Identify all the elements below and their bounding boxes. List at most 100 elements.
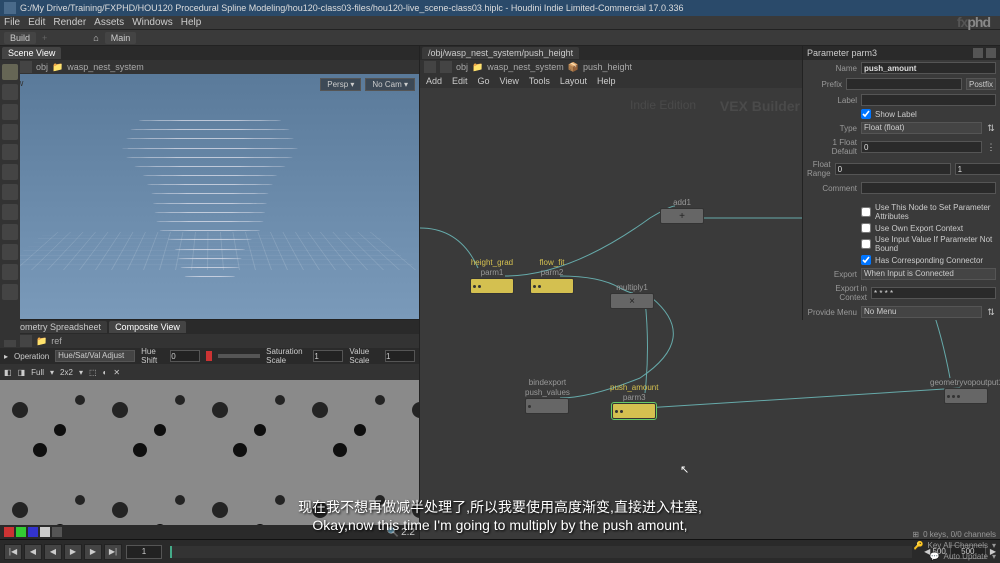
tool-icon[interactable] <box>2 184 18 200</box>
comment-input[interactable] <box>861 182 996 194</box>
val-input[interactable] <box>385 350 415 362</box>
net-menu-tools[interactable]: Tools <box>529 76 550 86</box>
first-frame-button[interactable]: |◀ <box>4 544 22 560</box>
net-menu-go[interactable]: Go <box>478 76 490 86</box>
play-button[interactable]: ▶ <box>64 544 82 560</box>
export-select[interactable]: When Input is Connected <box>861 268 996 280</box>
res-label[interactable]: 2x2 <box>60 368 73 377</box>
auto-update-label[interactable]: Auto Update <box>944 552 988 561</box>
net-menu-add[interactable]: Add <box>426 76 442 86</box>
window-title-bar: G:/My Drive/Training/FXPHD/HOU120 Proced… <box>0 0 1000 16</box>
type-select[interactable]: Float (float) <box>861 122 982 134</box>
label-input[interactable] <box>861 94 996 106</box>
nav-fwd-icon[interactable] <box>20 335 32 347</box>
swatch-g[interactable] <box>16 527 26 537</box>
nav-fwd-icon[interactable] <box>20 61 32 73</box>
net-menu-layout[interactable]: Layout <box>560 76 587 86</box>
node-output[interactable]: geometryvopoutput1 <box>930 378 1000 404</box>
swatch-x[interactable] <box>52 527 62 537</box>
postfix-button[interactable]: Postfix <box>966 78 996 90</box>
network-path[interactable]: /obj/wasp_nest_system/push_height <box>422 47 579 59</box>
show-label-checkbox[interactable] <box>861 109 871 119</box>
chk-connector[interactable]: Has Corresponding Connector <box>803 254 1000 266</box>
crumb-push[interactable]: push_height <box>583 62 632 72</box>
tab-composite-view[interactable]: Composite View <box>109 321 186 333</box>
camera-button[interactable]: No Cam ▾ <box>365 78 415 91</box>
tool-icon[interactable] <box>2 144 18 160</box>
hue-input[interactable] <box>170 350 200 362</box>
range-max-input[interactable] <box>955 163 1000 175</box>
ref-crumb[interactable]: ref <box>51 336 62 346</box>
export-ctx-input[interactable] <box>871 287 996 299</box>
wireframe-geometry <box>126 111 294 295</box>
path-obj[interactable]: obj <box>36 62 48 72</box>
scale-tool-icon[interactable] <box>2 124 18 140</box>
move-tool-icon[interactable] <box>2 84 18 100</box>
full-label[interactable]: Full <box>31 368 44 377</box>
node-push-amount[interactable]: push_amount parm3 <box>610 383 658 419</box>
tool-icon[interactable] <box>2 204 18 220</box>
float-default-input[interactable] <box>861 141 982 153</box>
next-frame-button[interactable]: ▶ <box>84 544 102 560</box>
chk-own-context[interactable]: Use Own Export Context <box>803 222 1000 234</box>
gear-icon[interactable] <box>973 48 983 58</box>
menu-help[interactable]: Help <box>181 17 202 28</box>
swatch-a[interactable] <box>40 527 50 537</box>
key-all-label[interactable]: Key All Channels <box>928 541 988 550</box>
texture-preview[interactable] <box>0 380 419 525</box>
node-height-grad[interactable]: height_grad parm1 <box>470 258 514 294</box>
menu-edit[interactable]: Edit <box>28 17 45 28</box>
select-tool-icon[interactable] <box>2 64 18 80</box>
left-tabs: Scene View <box>0 46 419 60</box>
net-menu-view[interactable]: View <box>500 76 519 86</box>
operation-select[interactable]: Hue/Sat/Val Adjust <box>55 350 135 362</box>
help-icon[interactable] <box>986 48 996 58</box>
tool-icon[interactable] <box>2 264 18 280</box>
shelf-main[interactable]: Main <box>105 32 137 44</box>
swatch-r[interactable] <box>4 527 14 537</box>
hue-slider[interactable] <box>218 354 260 358</box>
prefix-input[interactable] <box>846 78 962 90</box>
current-frame-input[interactable] <box>126 545 162 559</box>
menu-render[interactable]: Render <box>53 17 86 28</box>
keys-status: 0 keys, 0/0 channels <box>923 530 996 539</box>
crumb-obj[interactable]: obj <box>456 62 468 72</box>
show-label-check[interactable]: Show Label <box>803 108 1000 120</box>
sat-input[interactable] <box>313 350 343 362</box>
tab-scene-view[interactable]: Scene View <box>2 47 61 59</box>
node-multiply1[interactable]: multiply1 × <box>610 283 654 309</box>
menu-windows[interactable]: Windows <box>132 17 173 28</box>
nav-fwd-icon[interactable] <box>440 61 452 73</box>
tool-icon[interactable] <box>2 244 18 260</box>
net-menu-edit[interactable]: Edit <box>452 76 468 86</box>
last-frame-button[interactable]: ▶| <box>104 544 122 560</box>
tool-icon[interactable] <box>2 224 18 240</box>
name-input[interactable] <box>861 62 996 74</box>
export-ctx-label: Export in Context <box>807 284 867 302</box>
menu-file[interactable]: File <box>4 17 20 28</box>
watermark-indie: Indie Edition <box>630 98 696 112</box>
timeline-marker[interactable] <box>170 546 172 558</box>
chk-set-attrs[interactable]: Use This Node to Set Parameter Attribute… <box>803 202 1000 222</box>
range-min-input[interactable] <box>835 163 951 175</box>
play-back-button[interactable]: ◀ <box>44 544 62 560</box>
node-add1[interactable]: add1 + <box>660 198 704 224</box>
crumb-wasp[interactable]: wasp_nest_system <box>487 62 564 72</box>
chk-use-input[interactable]: Use Input Value If Parameter Not Bound <box>803 234 1000 254</box>
net-menu-help[interactable]: Help <box>597 76 616 86</box>
shelf-build[interactable]: Build <box>4 32 36 44</box>
swatch-b[interactable] <box>28 527 38 537</box>
timeline[interactable] <box>170 546 912 558</box>
node-bindexport[interactable]: bindexport push_values <box>525 378 570 414</box>
nav-back-icon[interactable] <box>424 61 436 73</box>
persp-button[interactable]: Persp ▾ <box>320 78 361 91</box>
rotate-tool-icon[interactable] <box>2 104 18 120</box>
menu-assets[interactable]: Assets <box>94 17 124 28</box>
menu-select[interactable]: No Menu <box>861 306 982 318</box>
path-node[interactable]: wasp_nest_system <box>67 62 144 72</box>
prev-frame-button[interactable]: ◀ <box>24 544 42 560</box>
node-flow[interactable]: flow_fit parm2 <box>530 258 574 294</box>
tool-icon[interactable] <box>2 164 18 180</box>
tool-icon[interactable] <box>2 284 18 300</box>
3d-viewport[interactable]: View Persp ▾ No Cam ▾ <box>0 74 419 319</box>
